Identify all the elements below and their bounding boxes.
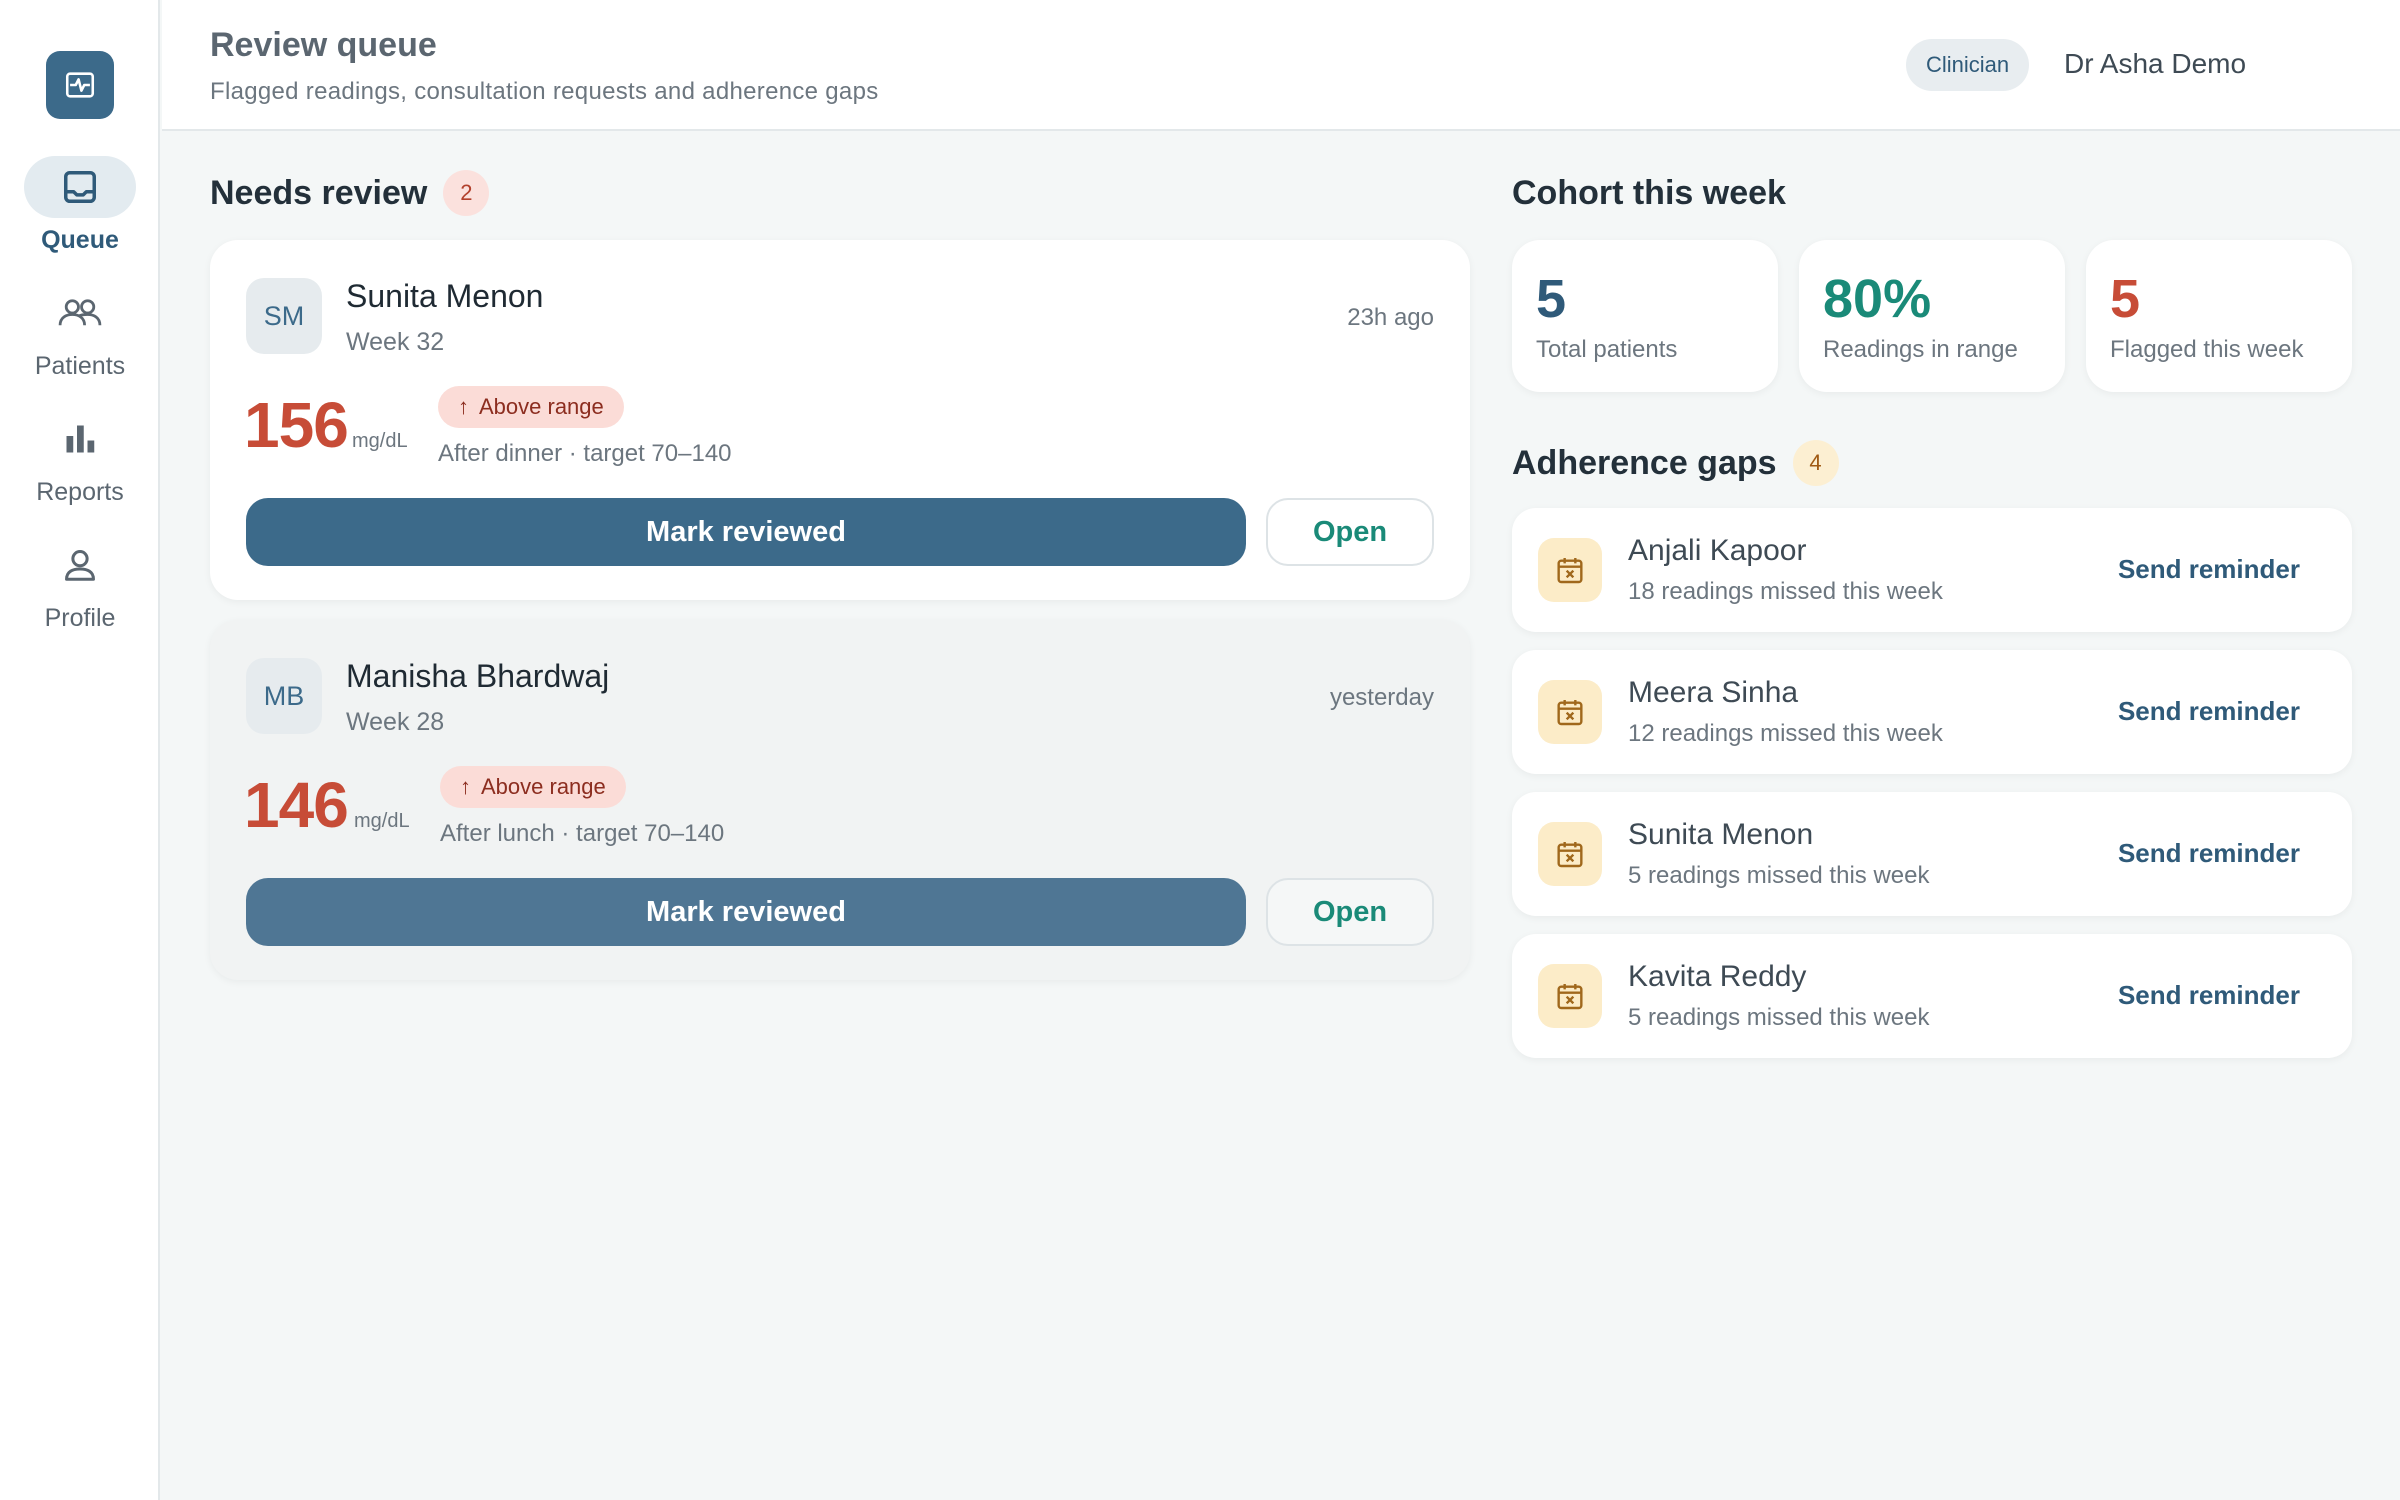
cohort-heading: Cohort this week [1512, 170, 1786, 216]
adherence-row: Sunita Menon 5 readings missed this week… [1512, 792, 2352, 916]
patient-name: Manisha Bhardwaj [346, 658, 610, 694]
send-reminder-button[interactable]: Send reminder [2118, 696, 2300, 727]
inbox-icon [24, 156, 136, 218]
needs-review-heading: Needs review 2 [210, 170, 490, 216]
status-badge: ↑ Above range [438, 386, 624, 428]
page-header: Review queue Flagged readings, consultat… [162, 0, 2400, 131]
patient-name: Meera Sinha [1628, 676, 1799, 709]
glucose-unit: mg/dL [352, 430, 408, 452]
patient-name: Sunita Menon [346, 278, 544, 314]
reading-context: After dinner · target 70–140 [438, 440, 732, 467]
stat-card-flagged: 5 Flagged this week [2086, 240, 2352, 392]
stat-card-total-patients: 5 Total patients [1512, 240, 1778, 392]
sidebar-item-label: Queue [41, 226, 119, 254]
app-logo[interactable] [46, 51, 114, 119]
stat-value: 5 [1536, 269, 1567, 329]
adherence-count-badge: 4 [1792, 440, 1839, 486]
missed-readings: 5 readings missed this week [1628, 862, 1930, 889]
section-title: Cohort this week [1512, 173, 1786, 212]
sidebar-item-reports[interactable]: Reports [0, 408, 160, 507]
arrow-up-icon: ↑ [460, 774, 471, 799]
pregnancy-week: Week 28 [346, 708, 445, 736]
section-title: Needs review [210, 173, 428, 212]
pregnancy-week: Week 32 [346, 328, 445, 356]
glucose-unit: mg/dL [354, 810, 410, 832]
avatar: SM [246, 278, 322, 354]
sidebar-item-patients[interactable]: Patients [0, 282, 160, 381]
sidebar-item-queue[interactable]: Queue [0, 156, 160, 255]
status-label: Above range [481, 774, 606, 799]
calendar-missed-icon [1538, 822, 1602, 886]
calendar-missed-icon [1538, 964, 1602, 1028]
missed-readings: 5 readings missed this week [1628, 1004, 1930, 1031]
review-card: MB Manisha Bhardwaj Week 28 yesterday 14… [210, 620, 1470, 980]
open-button[interactable]: Open [1266, 498, 1434, 566]
missed-readings: 18 readings missed this week [1628, 578, 1943, 605]
sidebar: Queue Patients Reports Profile [0, 0, 160, 1500]
heartbeat-chart-icon [65, 72, 95, 98]
patient-name: Anjali Kapoor [1628, 534, 1807, 567]
stat-label: Total patients [1536, 336, 1678, 363]
status-badge: ↑ Above range [440, 766, 626, 808]
send-reminder-button[interactable]: Send reminder [2118, 838, 2300, 869]
patient-name: Kavita Reddy [1628, 960, 1807, 993]
adherence-row: Meera Sinha 12 readings missed this week… [1512, 650, 2352, 774]
sidebar-item-profile[interactable]: Profile [0, 534, 160, 633]
adherence-row: Kavita Reddy 5 readings missed this week… [1512, 934, 2352, 1058]
missed-readings: 12 readings missed this week [1628, 720, 1943, 747]
calendar-missed-icon [1538, 680, 1602, 744]
patient-name: Sunita Menon [1628, 818, 1814, 851]
page-title: Review queue [210, 26, 437, 64]
sidebar-item-label: Profile [44, 604, 116, 632]
needs-review-count-badge: 2 [443, 170, 490, 216]
reading-timestamp: yesterday [1329, 684, 1434, 711]
users-icon [24, 282, 136, 344]
open-button[interactable]: Open [1266, 878, 1434, 946]
stat-card-readings-in-range: 80% Readings in range [1799, 240, 2065, 392]
send-reminder-button[interactable]: Send reminder [2118, 554, 2300, 585]
avatar: MB [246, 658, 322, 734]
review-card: SM Sunita Menon Week 32 23h ago 156 mg/d… [210, 240, 1470, 600]
sidebar-item-label: Reports [36, 478, 124, 506]
adherence-heading: Adherence gaps 4 [1512, 440, 1839, 486]
page-subtitle: Flagged readings, consultation requests … [210, 78, 879, 105]
status-label: Above range [479, 394, 604, 419]
stat-label: Flagged this week [2110, 336, 2304, 363]
section-title: Adherence gaps [1512, 443, 1777, 482]
stat-value: 80% [1823, 269, 1932, 329]
reading-context: After lunch · target 70–140 [440, 820, 725, 847]
sidebar-item-label: Patients [34, 352, 126, 380]
user-icon [24, 534, 136, 596]
send-reminder-button[interactable]: Send reminder [2118, 980, 2300, 1011]
glucose-value: 146 [244, 769, 349, 841]
role-badge: Clinician [1906, 39, 2030, 91]
user-name: Dr Asha Demo [2064, 48, 2247, 79]
mark-reviewed-button[interactable]: Mark reviewed [246, 498, 1246, 566]
arrow-up-icon: ↑ [458, 394, 469, 419]
stat-value: 5 [2110, 269, 2141, 329]
stat-label: Readings in range [1823, 336, 2018, 363]
glucose-value: 156 [244, 389, 349, 461]
bar-chart-icon [24, 408, 136, 470]
mark-reviewed-button[interactable]: Mark reviewed [246, 878, 1246, 946]
calendar-missed-icon [1538, 538, 1602, 602]
adherence-row: Anjali Kapoor 18 readings missed this we… [1512, 508, 2352, 632]
reading-timestamp: 23h ago [1347, 304, 1434, 331]
